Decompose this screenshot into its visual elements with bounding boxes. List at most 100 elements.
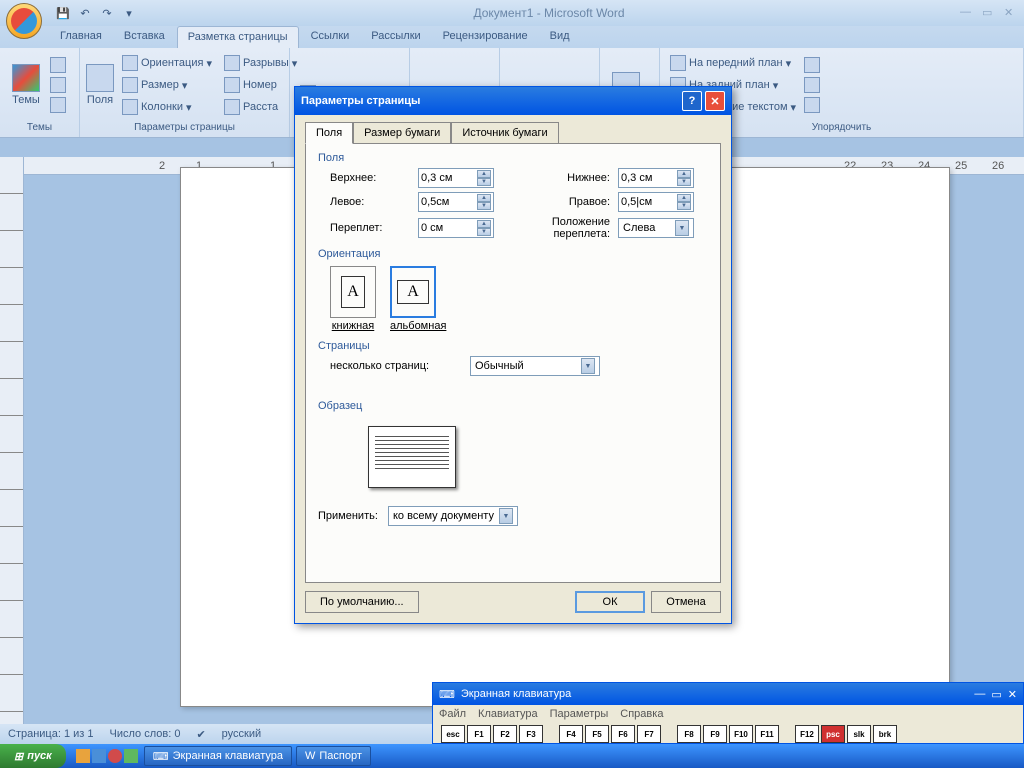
gutter-pos-combo[interactable]: Слева▼ [618,218,694,238]
osk-key[interactable]: psc [821,725,845,743]
quick-launch-icon[interactable] [92,749,106,763]
group-icon[interactable] [804,77,820,93]
margins-button[interactable]: Поля [86,50,114,120]
osk-key[interactable]: F12 [795,725,819,743]
align-icon[interactable] [804,57,820,73]
themes-button[interactable]: Темы [6,50,46,120]
themes-icon [12,64,40,92]
osk-menu-keyboard[interactable]: Клавиатура [478,708,538,720]
status-page[interactable]: Страница: 1 из 1 [8,728,94,740]
columns-button[interactable]: Колонки ▾ [118,97,216,117]
osk-key[interactable]: F7 [637,725,661,743]
quick-access-toolbar: 💾 ↶ ↷ ▾ [54,4,138,22]
osk-key[interactable]: F11 [755,725,779,743]
osk-key[interactable]: F1 [467,725,491,743]
osk-key[interactable]: F2 [493,725,517,743]
office-button[interactable] [6,3,42,39]
osk-key[interactable]: slk [847,725,871,743]
osk-key[interactable]: F5 [585,725,609,743]
window-title: Документ1 - Microsoft Word [138,6,960,20]
maximize-icon[interactable]: ▭ [982,6,998,20]
apply-combo[interactable]: ко всему документу▼ [388,506,518,526]
multi-pages-combo[interactable]: Обычный▼ [470,356,600,376]
undo-icon[interactable]: ↶ [76,4,94,22]
dialog-help-button[interactable]: ? [682,91,702,111]
status-proof-icon[interactable]: ✔ [196,728,205,741]
osk-menu-file[interactable]: Файл [439,708,466,720]
right-margin-input[interactable]: ▲▼ [618,192,694,212]
osk-key[interactable]: esc [441,725,465,743]
word-icon: W [305,750,315,762]
columns-icon [122,99,138,115]
ok-button[interactable]: ОК [575,591,645,613]
dialog-tab-source[interactable]: Источник бумаги [451,122,558,144]
dialog-tab-margins[interactable]: Поля [305,122,353,144]
start-button[interactable]: ⊞ пуск [0,744,66,768]
line-numbers-icon [224,77,240,93]
default-button[interactable]: По умолчанию... [305,591,419,613]
osk-key[interactable]: brk [873,725,897,743]
rotate-icon[interactable] [804,97,820,113]
vertical-ruler[interactable] [0,157,24,724]
osk-key[interactable]: F10 [729,725,753,743]
dialog-titlebar[interactable]: Параметры страницы ? ✕ [295,87,731,115]
osk-minimize-icon[interactable]: — [974,688,985,700]
gutter-label: Переплет: [330,222,418,234]
apply-label: Применить: [318,510,388,522]
osk-titlebar[interactable]: ⌨ Экранная клавиатура — ▭ ✕ [433,683,1023,705]
top-margin-input[interactable]: ▲▼ [418,168,494,188]
size-button[interactable]: Размер ▾ [118,75,216,95]
redo-icon[interactable]: ↷ [98,4,116,22]
status-words[interactable]: Число слов: 0 [110,728,181,740]
quick-launch-icon[interactable] [124,749,138,763]
taskbar-item-osk[interactable]: ⌨Экранная клавиатура [144,746,292,766]
taskbar-item-passport[interactable]: WПаспорт [296,746,371,766]
multi-pages-label: несколько страниц: [330,360,470,372]
close-icon[interactable]: ✕ [1004,6,1020,20]
tab-view[interactable]: Вид [540,26,580,48]
gutter-input[interactable]: ▲▼ [418,218,494,238]
tab-page-layout[interactable]: Разметка страницы [177,26,299,48]
bottom-margin-label: Нижнее: [530,172,618,184]
tab-insert[interactable]: Вставка [114,26,175,48]
osk-key[interactable]: F4 [559,725,583,743]
group-themes: Темы [6,120,73,135]
minimize-icon[interactable]: — [960,6,976,20]
orientation-button[interactable]: Ориентация ▾ [118,53,216,73]
left-margin-input[interactable]: ▲▼ [418,192,494,212]
dialog-tab-paper[interactable]: Размер бумаги [353,122,451,144]
osk-menu-help[interactable]: Справка [620,708,663,720]
tab-mailings[interactable]: Рассылки [361,26,430,48]
tab-home[interactable]: Главная [50,26,112,48]
landscape-button[interactable]: A [390,266,436,318]
title-bar: 💾 ↶ ↷ ▾ Документ1 - Microsoft Word — ▭ ✕ [0,0,1024,26]
cancel-button[interactable]: Отмена [651,591,721,613]
margins-section: Поля [318,152,708,164]
bring-front-button[interactable]: На передний план ▾ [666,53,800,73]
theme-fonts-icon[interactable] [50,77,66,93]
osk-menu-params[interactable]: Параметры [550,708,609,720]
theme-effects-icon[interactable] [50,97,66,113]
bottom-margin-input[interactable]: ▲▼ [618,168,694,188]
tab-review[interactable]: Рецензирование [433,26,538,48]
tab-references[interactable]: Ссылки [301,26,360,48]
qat-dropdown-icon[interactable]: ▾ [120,4,138,22]
orientation-section: Ориентация [318,248,708,260]
hyphenation-icon [224,99,240,115]
osk-key[interactable]: F6 [611,725,635,743]
group-page-setup: Параметры страницы [86,120,283,135]
osk-key[interactable]: F9 [703,725,727,743]
osk-key[interactable]: F3 [519,725,543,743]
osk-maximize-icon[interactable]: ▭ [991,688,1001,701]
top-margin-label: Верхнее: [330,172,418,184]
quick-launch-icon[interactable] [108,749,122,763]
status-lang[interactable]: русский [222,728,261,740]
portrait-button[interactable]: A [330,266,376,318]
save-icon[interactable]: 💾 [54,4,72,22]
dialog-close-button[interactable]: ✕ [705,91,725,111]
osk-window: ⌨ Экранная клавиатура — ▭ ✕ Файл Клавиат… [432,682,1024,744]
quick-launch-icon[interactable] [76,749,90,763]
osk-key[interactable]: F8 [677,725,701,743]
osk-close-icon[interactable]: ✕ [1008,688,1017,701]
theme-colors-icon[interactable] [50,57,66,73]
